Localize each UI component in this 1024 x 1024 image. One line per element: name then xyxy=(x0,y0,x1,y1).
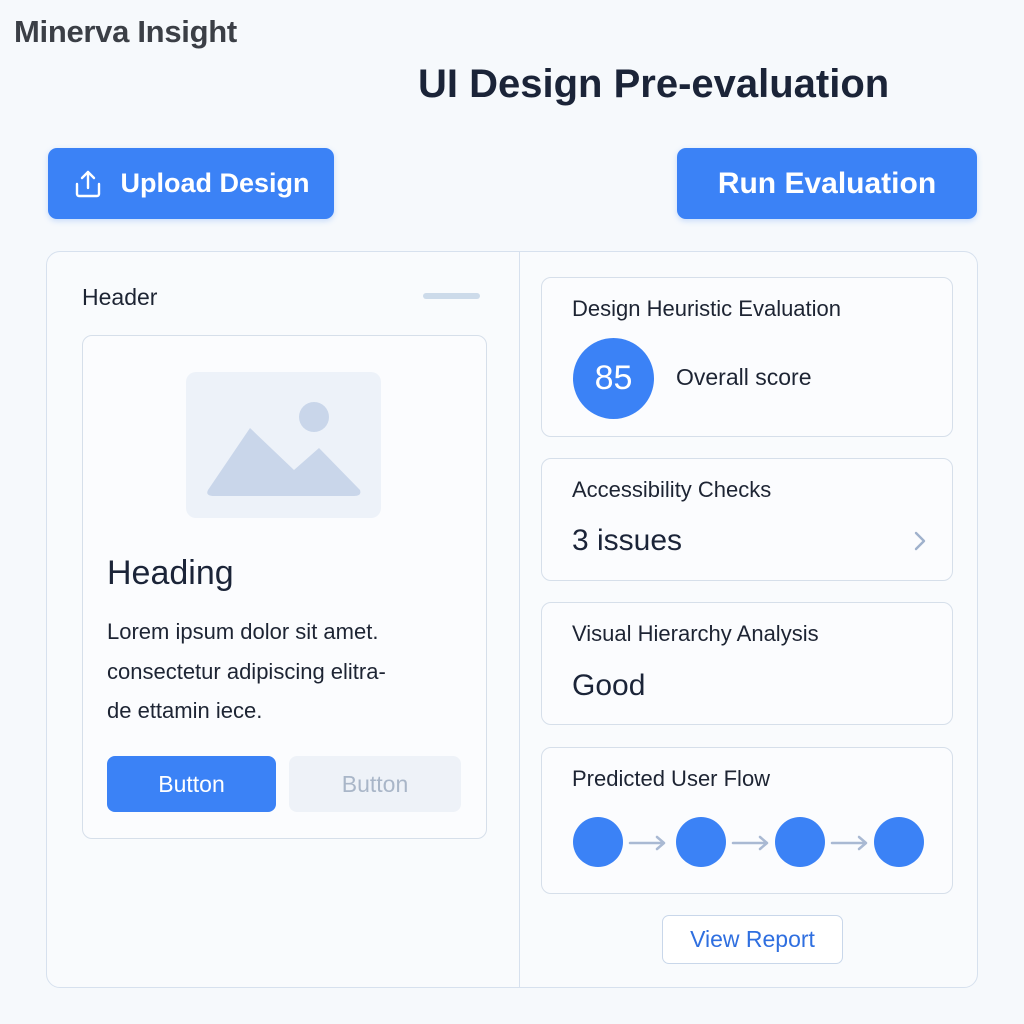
heuristic-title: Design Heuristic Evaluation xyxy=(572,296,842,321)
panel-divider xyxy=(519,252,520,987)
hierarchy-title: Visual Hierarchy Analysis xyxy=(572,621,819,646)
view-report-button[interactable]: View Report xyxy=(662,915,843,964)
accessibility-issues-count: 3 issues xyxy=(572,524,683,557)
arrow-right-icon xyxy=(830,835,868,851)
card-secondary-button[interactable]: Button xyxy=(289,756,461,812)
preview-header-label: Header xyxy=(82,284,158,310)
hierarchy-result: Good xyxy=(572,669,646,702)
run-evaluation-button[interactable]: Run Evaluation xyxy=(677,148,977,219)
accessibility-title: Accessibility Checks xyxy=(572,477,772,502)
card-body-text: Lorem ipsum dolor sit amet. consectetur … xyxy=(107,612,467,731)
card-body-line: de ettamin iece. xyxy=(107,698,263,723)
image-placeholder-icon xyxy=(186,372,381,518)
card-primary-button[interactable]: Button xyxy=(107,756,276,812)
accessibility-checks-card[interactable]: Accessibility Checks 3 issues xyxy=(541,458,953,581)
user-flow-title: Predicted User Flow xyxy=(572,766,771,791)
flow-step-node xyxy=(775,817,825,867)
card-body-line: consectetur adipiscing elitra- xyxy=(107,658,386,684)
flow-step-node xyxy=(676,817,726,867)
upload-icon xyxy=(72,168,104,200)
score-label: Overall score xyxy=(676,364,812,390)
chevron-right-icon[interactable] xyxy=(912,529,928,553)
card-heading: Heading xyxy=(107,554,234,592)
brand-name: Minerva Insight xyxy=(14,14,237,49)
flow-step-node xyxy=(573,817,623,867)
arrow-right-icon xyxy=(628,835,666,851)
flow-step-node xyxy=(874,817,924,867)
visual-hierarchy-card: Visual Hierarchy Analysis Good xyxy=(541,602,953,725)
arrow-right-icon xyxy=(731,835,769,851)
upload-design-button[interactable]: Upload Design xyxy=(48,148,334,219)
page-title: UI Design Pre-evaluation xyxy=(418,62,890,106)
score-badge: 85 xyxy=(573,338,654,419)
heuristic-evaluation-card: Design Heuristic Evaluation 85 Overall s… xyxy=(541,277,953,437)
header-placeholder-bar xyxy=(423,293,480,299)
upload-design-label: Upload Design xyxy=(120,168,310,198)
card-body-line: Lorem ipsum dolor sit amet. xyxy=(107,619,379,644)
user-flow-card: Predicted User Flow xyxy=(541,747,953,894)
